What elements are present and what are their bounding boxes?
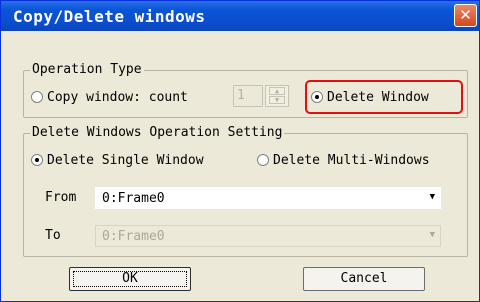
from-value: 0:Frame0 xyxy=(102,191,165,206)
chevron-down-icon: ▼ xyxy=(429,230,435,240)
to-value: 0:Frame0 xyxy=(102,229,165,244)
delete-window-radio[interactable]: Delete Window xyxy=(311,89,429,105)
delete-window-radio-indicator[interactable] xyxy=(311,91,323,103)
ok-focus-rect xyxy=(73,271,187,287)
chevron-down-icon[interactable]: ▼ xyxy=(430,192,435,202)
copy-window-label: Copy window: count xyxy=(47,89,188,105)
delete-multi-radio[interactable]: Delete Multi-Windows xyxy=(257,152,430,168)
count-spinner[interactable]: ▲ ▼ xyxy=(265,85,289,107)
arrow-down-icon[interactable]: ▼ xyxy=(269,96,285,104)
cancel-button[interactable]: Cancel xyxy=(303,267,425,291)
delete-multi-label: Delete Multi-Windows xyxy=(273,152,430,168)
to-dropdown: 0:Frame0 ▼ xyxy=(95,225,441,247)
title-bar[interactable]: Copy/Delete windows ✕ xyxy=(1,1,479,31)
operation-type-legend: Operation Type xyxy=(30,62,144,77)
delete-settings-legend: Delete Windows Operation Setting xyxy=(30,125,285,140)
delete-single-label: Delete Single Window xyxy=(47,152,204,168)
delete-window-label: Delete Window xyxy=(327,89,429,105)
to-label: To xyxy=(45,228,61,243)
count-input[interactable]: 1 xyxy=(233,85,263,107)
close-button[interactable]: ✕ xyxy=(454,4,477,27)
copy-delete-dialog: Copy/Delete windows ✕ Operation Type Cop… xyxy=(0,0,480,302)
delete-multi-radio-indicator[interactable] xyxy=(257,154,269,166)
window-title: Copy/Delete windows xyxy=(13,7,206,26)
copy-window-radio[interactable]: Copy window: count xyxy=(31,89,188,105)
delete-single-radio[interactable]: Delete Single Window xyxy=(31,152,204,168)
arrow-up-icon[interactable]: ▲ xyxy=(269,87,285,95)
from-label: From xyxy=(45,190,77,205)
from-dropdown[interactable]: 0:Frame0 ▼ xyxy=(95,187,441,209)
delete-single-radio-indicator[interactable] xyxy=(31,154,43,166)
ok-button[interactable]: OK xyxy=(69,267,191,291)
cancel-label: Cancel xyxy=(340,271,388,286)
copy-window-radio-indicator[interactable] xyxy=(31,91,43,103)
close-icon: ✕ xyxy=(459,6,472,24)
